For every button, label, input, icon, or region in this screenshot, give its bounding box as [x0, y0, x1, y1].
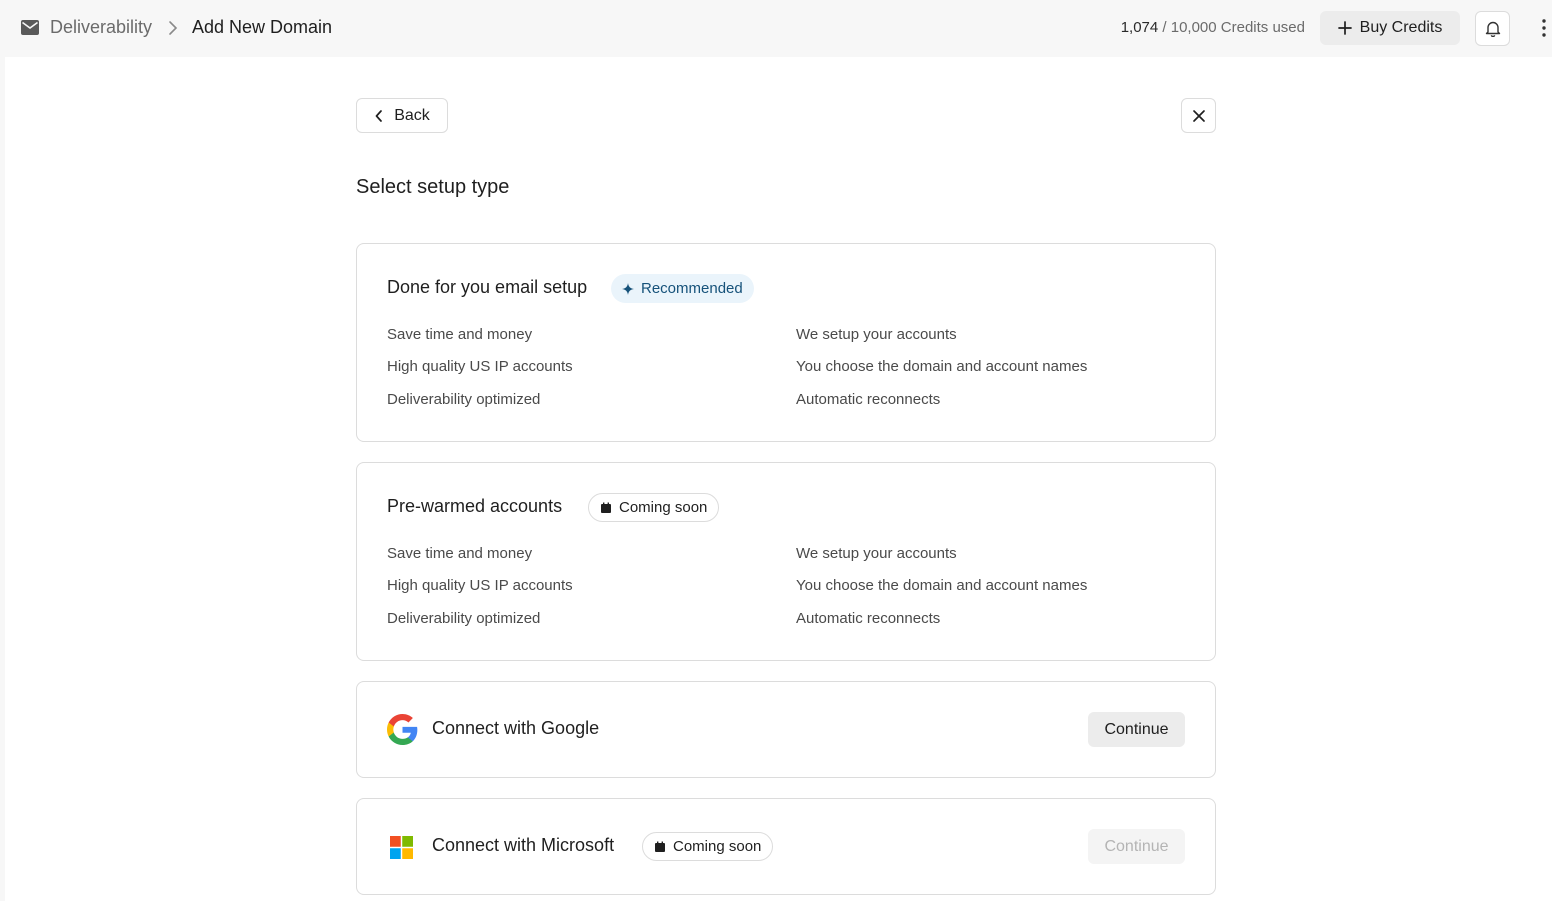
mail-icon — [21, 20, 39, 35]
feature-item: We setup your accounts — [796, 326, 957, 343]
close-icon — [1192, 109, 1205, 122]
option-title: Done for you email setup — [387, 277, 588, 297]
coming-soon-label: Coming soon — [673, 838, 762, 855]
feature-item: You choose the domain and account names — [796, 358, 1088, 375]
bell-icon — [1485, 21, 1500, 37]
feature-item: Deliverability optimized — [387, 391, 541, 408]
feature-item: High quality US IP accounts — [387, 358, 573, 375]
calendar-icon — [601, 502, 611, 513]
breadcrumb-current: Add New Domain — [192, 17, 333, 37]
google-continue-button[interactable]: Continue — [1088, 712, 1185, 747]
feature-item: Automatic reconnects — [796, 391, 941, 408]
feature-item: Deliverability optimized — [387, 610, 541, 627]
feature-item: High quality US IP accounts — [387, 577, 573, 594]
recommended-badge: Recommended — [611, 274, 754, 303]
feature-item: We setup your accounts — [796, 545, 957, 562]
credits-usage: 1,074 / 10,000 Credits used — [1121, 19, 1305, 36]
more-vertical-icon — [1542, 19, 1546, 37]
coming-soon-badge: Coming soon — [642, 832, 774, 861]
connect-microsoft-card: Connect with Microsoft Coming soon Conti… — [356, 798, 1216, 895]
google-logo-icon — [387, 714, 418, 745]
microsoft-logo-icon — [390, 836, 413, 859]
option-pre-warmed[interactable]: Pre-warmed accounts Coming soon Save tim… — [356, 462, 1216, 661]
feature-item: Save time and money — [387, 326, 533, 343]
credits-used-value: 1,074 — [1120, 19, 1159, 36]
connect-google-card[interactable]: Connect with Google Continue — [356, 681, 1216, 778]
connect-microsoft-title: Connect with Microsoft — [432, 835, 615, 855]
feature-item: Save time and money — [387, 545, 533, 562]
back-label: Back — [394, 106, 430, 124]
feature-item: Automatic reconnects — [796, 610, 941, 627]
option-title: Pre-warmed accounts — [387, 496, 563, 516]
close-button[interactable] — [1181, 98, 1216, 133]
connect-google-title: Connect with Google — [432, 718, 600, 738]
microsoft-continue-button: Continue — [1088, 829, 1185, 864]
more-menu-button[interactable] — [1537, 15, 1551, 41]
chevron-left-icon — [375, 109, 383, 122]
notifications-button[interactable] — [1475, 11, 1510, 46]
coming-soon-badge: Coming soon — [588, 493, 720, 522]
feature-item: You choose the domain and account names — [796, 577, 1088, 594]
plus-icon — [1337, 21, 1352, 35]
buy-credits-button[interactable]: Buy Credits — [1320, 11, 1460, 45]
main-panel: Back Select setup type Done for you emai… — [5, 57, 1552, 901]
top-bar: Deliverability Add New Domain 1,074 / 10… — [0, 0, 1552, 57]
credits-total-label: / 10,000 Credits used — [1162, 19, 1305, 36]
back-button[interactable]: Back — [356, 98, 448, 133]
calendar-icon — [655, 841, 665, 852]
sparkle-icon — [622, 282, 634, 295]
buy-credits-label: Buy Credits — [1359, 19, 1443, 36]
chevron-right-icon — [169, 21, 178, 35]
page-title: Select setup type — [356, 176, 510, 198]
coming-soon-label: Coming soon — [619, 499, 708, 516]
recommended-label: Recommended — [641, 280, 743, 297]
breadcrumb-deliverability[interactable]: Deliverability — [50, 17, 152, 38]
option-done-for-you[interactable]: Done for you email setup Recommended Sav… — [356, 243, 1216, 442]
